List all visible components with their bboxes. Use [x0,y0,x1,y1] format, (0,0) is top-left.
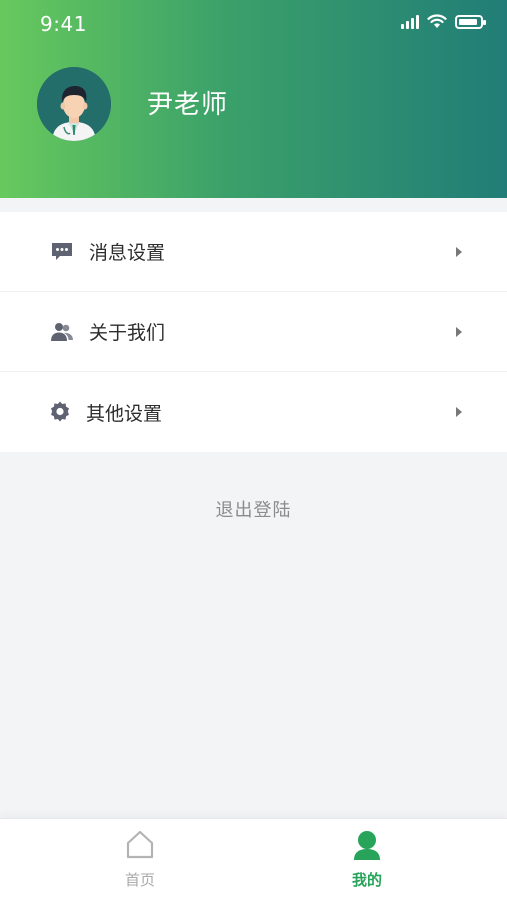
menu-item-label: 其他设置 [86,402,163,425]
menu-item-message-settings[interactable]: 消息设置 [0,212,507,292]
chevron-right-icon [456,246,462,257]
status-time: 9:41 [40,12,87,36]
menu-item-about-us[interactable]: 关于我们 [0,292,507,372]
wifi-icon [427,14,447,28]
home-icon [126,830,154,859]
status-bar: 9:41 [0,0,507,46]
battery-icon [455,14,486,29]
menu-item-label: 消息设置 [89,242,166,264]
tab-home[interactable]: 首页 [80,819,200,900]
profile-header: 9:41 尹老师 [0,0,507,198]
person-icon [354,831,380,860]
gear-icon [51,401,69,422]
logout-button[interactable]: 退出登陆 [0,496,507,522]
signal-icon [401,14,419,29]
user-name: 尹老师 [147,90,229,120]
menu-item-label: 关于我们 [89,322,166,344]
chevron-right-icon [456,326,462,337]
tab-bar: 首页 我的 [0,818,507,900]
avatar[interactable] [37,67,111,141]
settings-menu: 消息设置 关于我们 其他设置 [0,212,507,452]
status-icons [401,14,486,29]
users-icon [51,323,73,341]
tab-mine[interactable]: 我的 [307,819,427,900]
tab-label: 首页 [124,871,155,889]
menu-item-other-settings[interactable]: 其他设置 [0,372,507,452]
message-icon [52,243,72,260]
doctor-avatar-icon [37,67,111,141]
screen: 9:41 尹老师 消息设置 关于我们 其他设置 退出登陆 首页 我的 [0,0,507,900]
tab-label: 我的 [351,871,382,889]
chevron-right-icon [456,407,462,417]
